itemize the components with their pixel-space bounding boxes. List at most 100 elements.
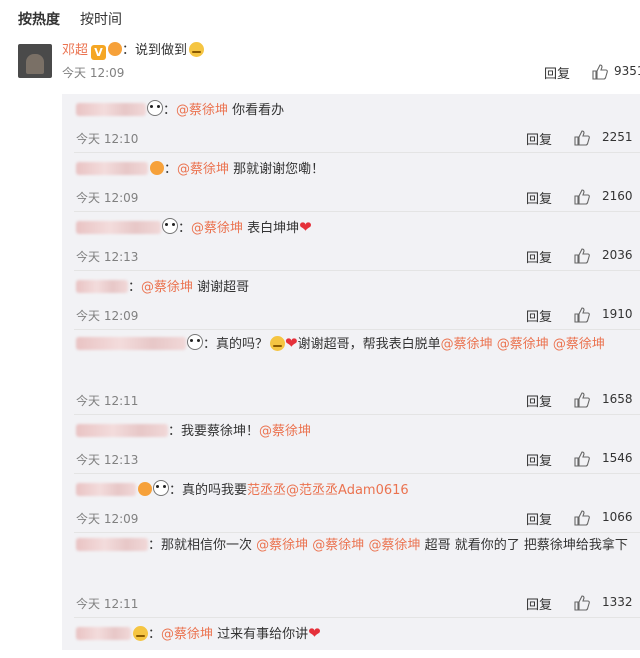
username[interactable]: 邓超 [62,43,88,58]
like-count: 2160 [602,189,633,203]
heart-icon: ❤ [308,624,321,642]
blurred-username[interactable] [76,280,128,293]
main-comment: 邓超V ：说到做到 今天 12:09 回复 9351 [0,36,640,94]
reply-item: ：@蔡徐坤 你看看办今天 12:10 回复 2251 [62,94,640,153]
thumbs-up-icon[interactable] [574,130,590,146]
reply-item: ：真的吗？ ❤谢谢超哥，帮我表白脱单@蔡徐坤 @蔡徐坤 @蔡徐坤 今天 12:11 回… [62,330,640,415]
mention-link[interactable]: @蔡徐坤 [312,538,364,553]
reply-button[interactable]: 回复 [526,247,552,266]
blurred-username[interactable] [76,424,168,437]
reply-item: ：@蔡徐坤 谢谢超哥今天 12:09 回复 1910 [62,271,640,330]
like-count: 2251 [602,130,633,144]
replies-panel: ：@蔡徐坤 你看看办 今天 12:10 回复 2251 ：@蔡徐坤 那就谢谢您嘞！ 今天 … [62,94,640,650]
reply-body-text: ： [163,103,177,118]
panda-emoji-icon [162,218,178,234]
blurred-username[interactable] [76,337,186,350]
reply-button[interactable]: 回复 [526,391,552,410]
avatar[interactable] [18,44,52,78]
like-count: 1332 [602,595,633,609]
reply-button[interactable]: 回复 [526,129,552,148]
mention-link[interactable]: @蔡徐坤 [441,337,493,352]
thumbs-up-icon[interactable] [574,595,590,611]
reply-button[interactable]: 回复 [526,594,552,613]
reply-time: 今天 12:10 [76,132,139,146]
reply-body-text: 谢谢超哥，帮我表白脱单 [297,337,441,352]
doge-face-icon [133,626,148,641]
doge-face-icon [270,336,286,351]
reply-button[interactable]: 回复 [526,509,552,528]
reply-time: 今天 12:13 [76,250,139,264]
reply-body-text: 表白坤坤 [243,221,300,236]
fan-badge-icon [138,482,152,496]
reply-text: ：真的吗？ ❤谢谢超哥，帮我表白脱单@蔡徐坤 @蔡徐坤 @蔡徐坤 [76,330,632,358]
blurred-username[interactable] [76,103,146,116]
comment-time: 今天 12:09 [62,66,125,80]
blurred-username[interactable] [76,483,136,496]
reply-text: ：@蔡徐坤 过来有事给你讲❤ [76,623,321,642]
reply-button[interactable]: 回复 [526,306,552,325]
comment-text: ：说到做到 [122,43,188,58]
mention-link[interactable]: @蔡徐坤 [256,538,308,553]
tab-by-hot[interactable]: 按热度 [18,9,60,29]
blurred-username[interactable] [76,538,148,551]
reply-text: ：我要蔡徐坤！@蔡徐坤 [76,420,311,439]
reply-body-text: ：我要蔡徐坤！ [168,424,260,439]
reply-body-text: 谢谢超哥 [193,280,250,295]
thumbs-up-icon[interactable] [574,189,590,205]
mention-link[interactable]: @蔡徐坤 [497,337,549,352]
reply-item: ：@蔡徐坤 表白坤坤❤ 今天 12:13 回复 2036 [62,212,640,271]
like-count: 1910 [602,307,633,321]
reply-body-text: ：那就相信你一次 [148,538,257,553]
mention-link[interactable]: @范丞丞Adam0616 [286,483,409,498]
reply-button[interactable]: 回复 [526,188,552,207]
mention-link[interactable]: @蔡徐坤 [259,424,311,439]
blurred-username[interactable] [76,627,131,640]
mention-link[interactable]: @蔡徐坤 [161,627,213,642]
main-comment-line: 邓超 V ：说到做到 [62,39,205,60]
like-count: 1066 [602,510,633,524]
reply-button[interactable]: 回复 [544,63,570,82]
panda-emoji-icon [187,334,203,350]
thumbs-up-icon[interactable] [574,451,590,467]
mention-link[interactable]: 范丞丞 [247,483,286,498]
reply-item: ：真的吗我要范丞丞@范丞丞Adam0616 今天 12:09 回复 1066 [62,474,640,533]
blurred-username[interactable] [76,221,161,234]
mention-link[interactable]: @蔡徐坤 [191,221,243,236]
sort-tabs: 按热度 按时间 [0,0,640,37]
thumbs-up-icon[interactable] [574,248,590,264]
like-count: 9351 [614,64,640,78]
blurred-username[interactable] [76,162,148,175]
doge-face-icon [189,42,205,57]
mention-link[interactable]: @蔡徐坤 [177,162,229,177]
thumbs-up-icon[interactable] [574,392,590,408]
reply-item: ：@蔡徐坤 那就谢谢您嘞！ 今天 12:09 回复 2160 [62,153,640,212]
mention-link[interactable]: @蔡徐坤 [176,103,228,118]
reply-text: ：真的吗我要范丞丞@范丞丞Adam0616 [76,479,409,498]
reply-time: 今天 12:09 [76,309,139,323]
reply-body-text: 你看看办 [228,103,285,118]
thumbs-up-icon[interactable] [574,510,590,526]
tab-by-time[interactable]: 按时间 [80,9,122,29]
mention-link[interactable]: @蔡徐坤 [141,280,193,295]
mention-link[interactable]: @蔡徐坤 [553,337,605,352]
reply-text: ：那就相信你一次 @蔡徐坤 @蔡徐坤 @蔡徐坤 超哥 就看你的了 把蔡徐坤给我拿… [76,533,632,559]
reply-body-text: ： [128,280,142,295]
fan-badge-icon [108,42,123,56]
mention-link[interactable]: @蔡徐坤 [368,538,420,553]
reply-text: ：@蔡徐坤 你看看办 [76,99,284,118]
verified-v-icon: V [91,45,107,60]
heart-icon: ❤ [285,334,298,352]
reply-body-text: ：真的吗？ [203,337,269,352]
reply-body-text: ： [178,221,192,236]
reply-text: ：@蔡徐坤 那就谢谢您嘞！ [76,158,324,177]
thumbs-up-icon[interactable] [574,307,590,323]
reply-button[interactable]: 回复 [526,450,552,469]
reply-body-text: ： [164,162,178,177]
reply-time: 今天 12:09 [76,512,139,526]
reply-body-text: 那就谢谢您嘞！ [229,162,325,177]
like-count: 2036 [602,248,633,262]
panda-emoji-icon [147,100,163,116]
reply-item: ：我要蔡徐坤！@蔡徐坤 今天 12:13 回复 1546 [62,415,640,474]
reply-time: 今天 12:09 [76,191,139,205]
thumbs-up-icon[interactable] [592,64,608,80]
